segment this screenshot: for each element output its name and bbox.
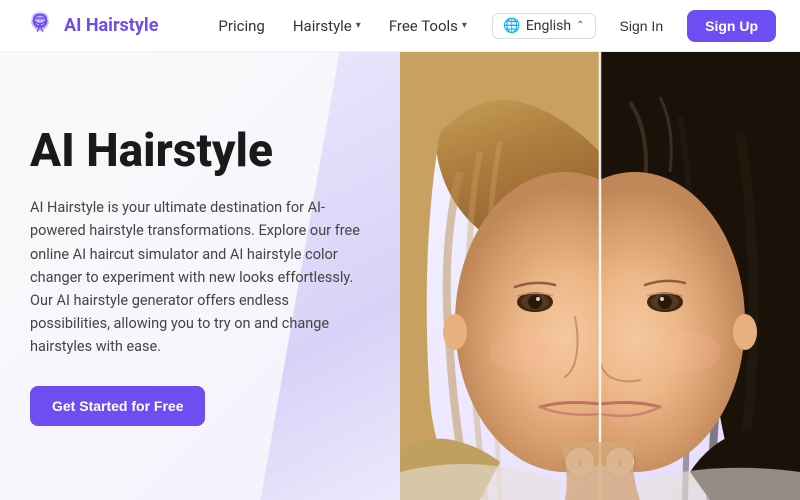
logo-text: AI Hairstyle <box>64 15 158 36</box>
navigation: AI Hairstyle Pricing Hairstyle ▾ Free To… <box>0 0 800 52</box>
language-label: English <box>526 18 571 34</box>
face-split-svg: ‹ › <box>400 52 800 500</box>
logo-icon <box>24 10 56 42</box>
hero-title: AI Hairstyle <box>30 126 360 177</box>
language-selector[interactable]: 🌐 English ⌃ <box>492 13 595 39</box>
sign-in-button[interactable]: Sign In <box>608 12 676 40</box>
nav-links: Pricing Hairstyle ▾ Free Tools ▾ <box>218 17 467 35</box>
hero-content: AI Hairstyle AI Hairstyle is your ultima… <box>0 52 390 500</box>
free-tools-chevron-icon: ▾ <box>462 20 467 31</box>
nav-hairstyle[interactable]: Hairstyle ▾ <box>293 17 361 35</box>
nav-pricing[interactable]: Pricing <box>218 17 264 35</box>
language-caret-icon: ⌃ <box>576 20 584 31</box>
nav-free-tools[interactable]: Free Tools ▾ <box>389 17 467 35</box>
nav-right: 🌐 English ⌃ Sign In Sign Up <box>492 10 776 42</box>
logo-link[interactable]: AI Hairstyle <box>24 10 158 42</box>
hero-section: AI Hairstyle AI Hairstyle is your ultima… <box>0 52 800 500</box>
hero-image: ‹ › <box>400 52 800 500</box>
cta-button[interactable]: Get Started for Free <box>30 386 205 426</box>
sign-up-button[interactable]: Sign Up <box>687 10 776 42</box>
hero-description: AI Hairstyle is your ultimate destinatio… <box>30 196 360 358</box>
globe-icon: 🌐 <box>503 18 520 34</box>
hairstyle-chevron-icon: ▾ <box>356 20 361 31</box>
